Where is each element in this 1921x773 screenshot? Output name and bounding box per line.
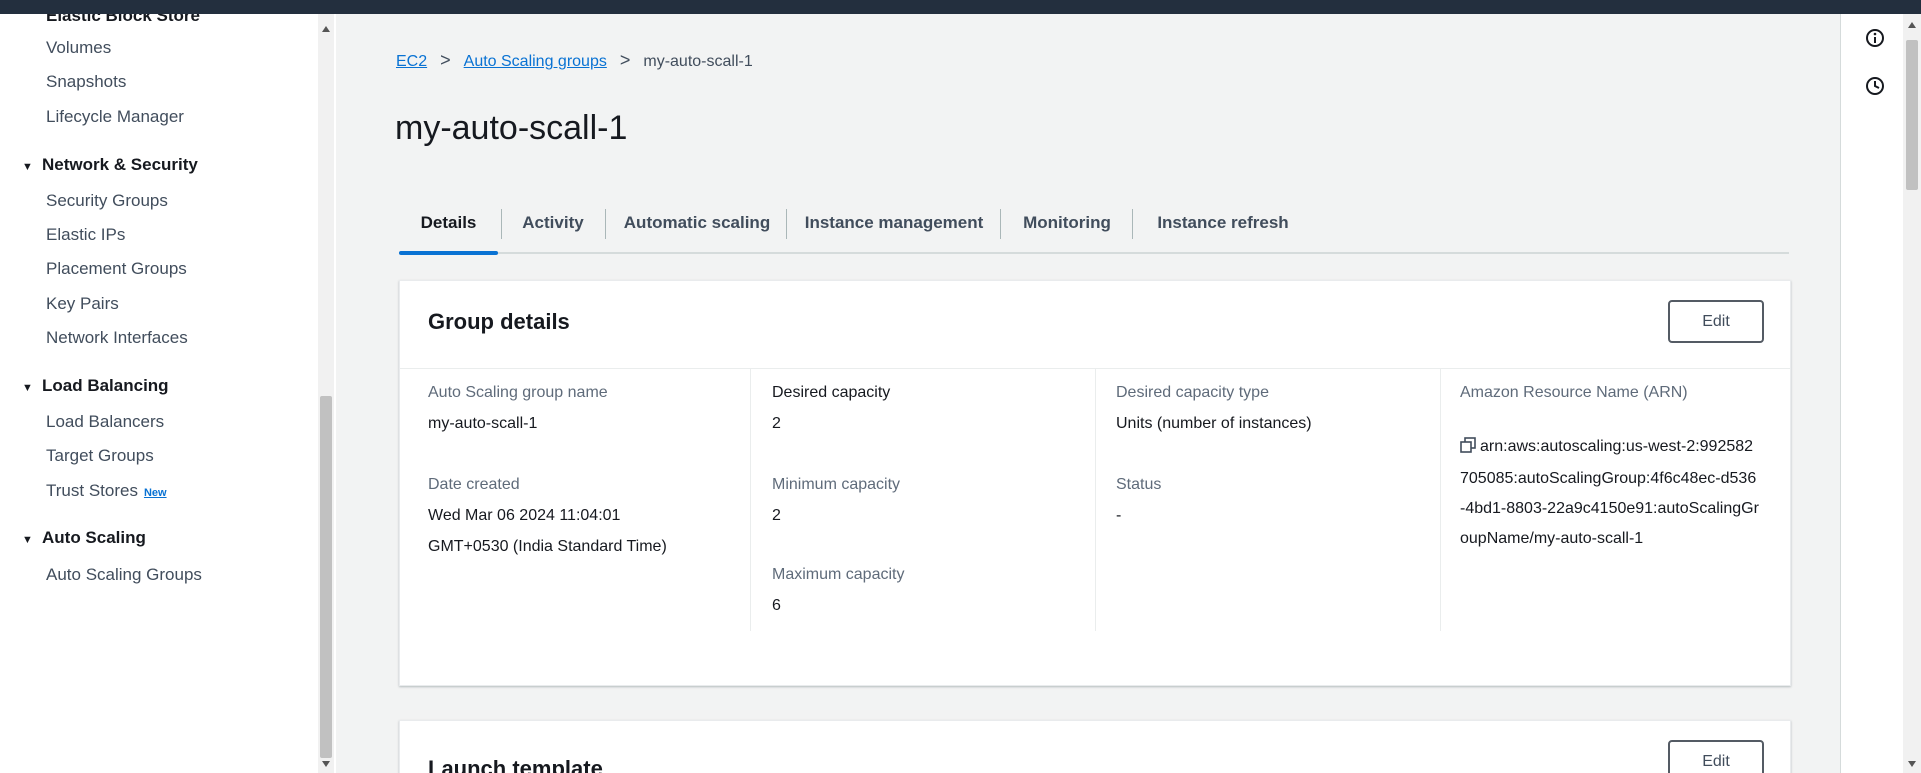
sidebar-item-security-groups[interactable]: Security Groups [46,191,168,211]
date-created-value-line-2: GMT+0530 (India Standard Time) [428,538,667,555]
console-top-bar [0,0,1921,14]
status-label: Status [1116,476,1162,493]
sidebar-scrollbar-thumb[interactable] [320,396,332,758]
new-badge: New [143,487,167,499]
right-utility-rail [1840,14,1921,773]
column-divider [1440,369,1441,631]
column-divider [750,369,751,631]
arn-value-block: arn:aws:autoscaling:us-west-2:9925827050… [1460,432,1760,554]
sidebar-item-snapshots[interactable]: Snapshots [46,72,126,92]
tab-divider [605,209,606,239]
sidebar-item-placement-groups[interactable]: Placement Groups [46,259,187,279]
tab-monitoring[interactable]: Monitoring [1002,194,1132,252]
details-column-2: Desired capacity 2 Minimum capacity 2 Ma… [772,369,1072,685]
sidebar-section-load-balancing[interactable]: ▼ Load Balancing [22,376,169,396]
sidebar-item-load-balancers[interactable]: Load Balancers [46,412,164,432]
group-details-header: Group details Edit [400,281,1790,369]
group-details-edit-button[interactable]: Edit [1668,300,1764,343]
asg-name-value: my-auto-scall-1 [428,415,538,432]
sidebar-section-label: Auto Scaling [42,528,146,547]
sidebar-item-trust-stores[interactable]: Trust Stores New [46,481,167,501]
minimum-capacity-label: Minimum capacity [772,476,901,493]
details-column-1: Auto Scaling group name my-auto-scall-1 … [428,369,728,685]
breadcrumb-separator: > [440,50,451,70]
caret-down-icon: ▼ [22,534,33,546]
main-content: EC2 > Auto Scaling groups > my-auto-scall-1 … [336,14,1840,773]
arn-label: Amazon Resource Name (ARN) [1460,384,1688,401]
asg-name-label: Auto Scaling group name [428,384,608,401]
tab-instance-management[interactable]: Instance management [788,194,1000,252]
sidebar-item-auto-scaling-groups[interactable]: Auto Scaling Groups [46,565,202,585]
tab-instance-refresh[interactable]: Instance refresh [1134,194,1312,252]
tab-divider [786,209,787,239]
tab-divider [501,209,502,239]
sidebar-item-label: Trust Stores [46,481,138,500]
navigation-sidebar: Elastic Block Store Volumes Snapshots Li… [0,14,336,773]
sidebar-item-lifecycle-manager[interactable]: Lifecycle Manager [46,107,184,127]
desired-capacity-type-value: Units (number of instances) [1116,415,1312,432]
sidebar-section-network-security[interactable]: ▼ Network & Security [22,155,198,175]
sidebar-section-auto-scaling[interactable]: ▼ Auto Scaling [22,528,146,548]
caret-down-icon: ▼ [22,161,33,173]
sidebar-item-network-interfaces[interactable]: Network Interfaces [46,328,188,348]
minimum-capacity-value: 2 [772,507,781,524]
tab-divider [1000,209,1001,239]
launch-template-title: Launch template [428,756,603,773]
desired-capacity-label: Desired capacity [772,384,891,401]
scroll-down-arrow-icon[interactable] [1908,761,1916,767]
scroll-down-arrow-icon[interactable] [322,761,330,767]
sidebar-section-label: Network & Security [42,155,198,174]
page-scrollbar[interactable] [1903,14,1921,773]
scroll-up-arrow-icon[interactable] [322,26,330,32]
maximum-capacity-label: Maximum capacity [772,566,905,583]
breadcrumb-separator: > [619,50,631,70]
caret-down-icon: ▼ [22,382,33,394]
sidebar-item-volumes[interactable]: Volumes [46,38,111,58]
arn-value: arn:aws:autoscaling:us-west-2:9925827050… [1460,438,1759,547]
tab-automatic-scaling[interactable]: Automatic scaling [607,194,787,252]
maximum-capacity-value: 6 [772,597,781,614]
desired-capacity-type-label: Desired capacity type [1116,384,1269,401]
sidebar-section-elastic-block-store[interactable]: Elastic Block Store [46,14,200,26]
details-column-3: Desired capacity type Units (number of i… [1116,369,1416,685]
breadcrumb-link-ec2[interactable]: EC2 [396,53,427,70]
column-divider [1095,369,1096,631]
group-details-panel: Group details Edit Auto Scaling group na… [399,280,1791,686]
launch-template-panel: Launch template Edit [399,720,1791,773]
breadcrumb: EC2 > Auto Scaling groups > my-auto-scall-1 [396,50,753,71]
scroll-up-arrow-icon[interactable] [1908,22,1916,28]
group-details-title: Group details [428,309,570,334]
details-column-4: Amazon Resource Name (ARN) arn:aws:autos… [1460,369,1770,685]
tab-details[interactable]: Details [399,194,498,255]
tab-bar: Details Activity Automatic scaling Insta… [399,194,1789,255]
sidebar-scrollbar[interactable] [318,14,334,773]
breadcrumb-current: my-auto-scall-1 [643,53,753,70]
date-created-value-line-1: Wed Mar 06 2024 11:04:01 [428,507,621,524]
sidebar-item-target-groups[interactable]: Target Groups [46,446,154,466]
copy-icon[interactable] [1460,434,1476,464]
tab-activity[interactable]: Activity [503,194,603,252]
tab-divider [1132,209,1133,239]
page-scrollbar-thumb[interactable] [1906,40,1918,190]
clock-history-icon[interactable] [1865,76,1885,101]
sidebar-item-key-pairs[interactable]: Key Pairs [46,294,119,314]
desired-capacity-value: 2 [772,415,781,432]
status-value: - [1116,507,1122,524]
breadcrumb-link-auto-scaling-groups[interactable]: Auto Scaling groups [464,53,607,70]
info-circle-icon[interactable] [1865,28,1885,53]
date-created-label: Date created [428,476,520,493]
launch-template-edit-button[interactable]: Edit [1668,740,1764,773]
sidebar-section-label: Load Balancing [42,376,169,395]
sidebar-item-elastic-ips[interactable]: Elastic IPs [46,225,125,245]
page-title: my-auto-scall-1 [395,109,628,147]
